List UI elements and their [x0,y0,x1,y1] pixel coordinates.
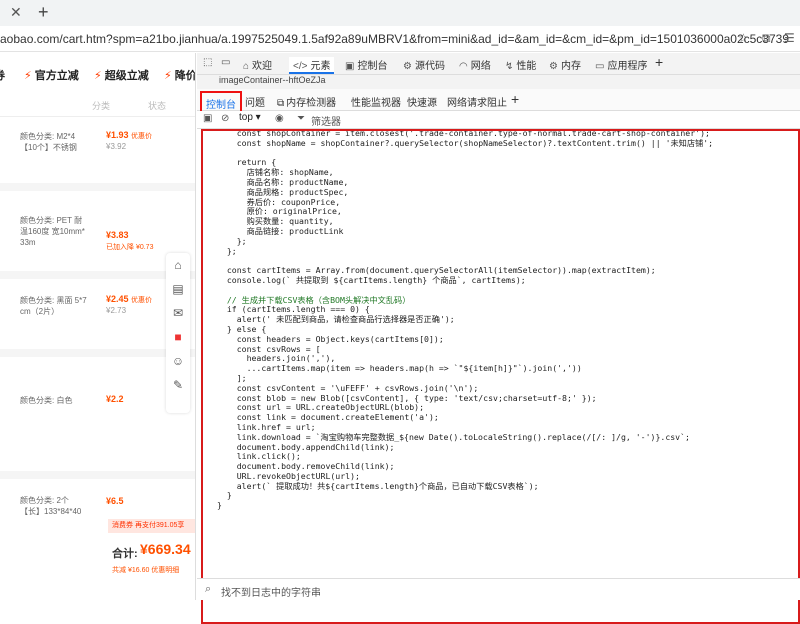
browser-tab-bar: ✕ + [0,0,800,26]
total-label: 合计: [112,548,138,560]
status-select[interactable]: 状态 [148,99,166,113]
chat-icon[interactable]: ✉ [170,305,186,321]
promo-drop[interactable]: ⚡ 降价 [164,67,195,83]
smile-icon[interactable]: ☺ [170,353,186,369]
cart-filter-row: 分类 状态 [0,95,195,117]
item-price: ¥1.93 优惠价 [106,130,153,140]
tab-console[interactable]: ▣ 控制台 [345,57,387,72]
drawer-add-button[interactable]: + [511,91,519,107]
tab-performance[interactable]: ↯ 性能 [505,57,536,72]
console-code-block: const shopContainer = item.closest('.tra… [201,129,800,624]
divider [0,183,195,191]
item-discount: 已加入降 ¥0.73 [106,244,154,251]
coupon-banner[interactable]: 消费券 再支付391.05享 [108,519,195,533]
close-icon[interactable]: ✕ [10,4,22,21]
clear-console-icon[interactable]: ⊘ [221,113,229,124]
search-icon: ⌕ [205,583,212,595]
url-text[interactable]: aobao.com/cart.htm?spm=a21bo.jianhua/a.1… [0,32,789,46]
drawer-tab-request-blocking[interactable]: 网络请求阻止 [447,94,507,109]
item-orig-price: ¥2.73 [106,306,127,315]
new-tab-button[interactable]: + [38,2,49,23]
drawer-tab-issues[interactable]: 问题 [245,94,265,109]
devtools-main-tabs: ⬚ ▭ ⌂ 欢迎 </> 元素 ▣ 控制台 ⚙ 源代码 ◠ 网络 ↯ 性能 ⚙ 内存 ▭ 应用程… [197,53,800,75]
promo-official[interactable]: ⚡ 官方立减 [24,67,79,83]
device-icon[interactable]: ▭ [221,57,233,68]
code-text[interactable]: const shopContainer = item.closest('.tra… [217,131,713,511]
favorites-icon[interactable]: ☰ [784,31,795,45]
drawer-tabs: 控制台 问题 ⧉ 内存检测器 性能监视器 快速源 网络请求阻止 + [197,89,800,116]
item-spec: 颜色分类: 黑面 5*7 cm（2片） [20,296,87,316]
item-price: ¥2.2 [106,394,124,404]
drawer-tab-quick-source[interactable]: 快速源 [407,94,437,109]
tab-memory[interactable]: ⚙ 内存 [549,57,581,72]
category-select[interactable]: 分类 [92,99,110,113]
drawer-tab-memory-inspector[interactable]: ⧉ 内存检测器 [277,94,336,109]
tab-groups-icon[interactable]: ⧉ [762,31,771,46]
promo-coupon[interactable]: 券 [0,67,5,83]
cart-page: 券 ⚡官方立减 ⚡超级立减 ⚡降价 分类 状态 颜色分类: M2*4 【10个】… [0,53,196,600]
item-price: ¥2.45 优惠价 [106,294,153,304]
tab-application[interactable]: ▭ 应用程序 [595,57,647,72]
home-icon[interactable]: ⌂ [170,257,186,273]
eye-icon[interactable]: ◉ [275,113,284,124]
context-select[interactable]: top ▾ [239,112,261,123]
console-search-placeholder[interactable]: 找不到日志中的字符串 [221,584,321,599]
item-spec: 颜色分类: 白色 [20,396,73,405]
add-tab-button[interactable]: + [655,54,663,70]
sidebar-toggle-icon[interactable]: ▣ [203,113,212,124]
item-spec: 颜色分类: PET 耐 温160度 宽10mm* 33m [20,216,85,247]
item-price: ¥6.5 [106,496,124,506]
tab-sources[interactable]: ⚙ 源代码 [403,57,445,72]
address-bar[interactable]: aobao.com/cart.htm?spm=a21bo.jianhua/a.1… [0,26,800,52]
cart-summary: 消费券 再支付391.05享 合计: ¥669.34 共减 ¥16.60 优惠明… [104,513,195,583]
filter-input[interactable]: 筛选器 [311,113,341,128]
star-icon[interactable]: ☆ [738,31,749,45]
tab-elements[interactable]: </> 元素 [289,57,335,74]
item-orig-price: ¥3.92 [106,142,127,151]
tooltip-text: imageContainer--hftOeZJa [219,75,326,85]
tab-welcome[interactable]: ⌂ 欢迎 [243,57,272,72]
edit-icon[interactable]: ✎ [170,377,186,393]
promo-super[interactable]: ⚡ 超级立减 [94,67,149,83]
console-toolbar: ▣ ⊘ top ▾ ◉ ⏷ 筛选器 [197,111,800,129]
item-price: ¥3.83 [106,230,129,240]
promo-bar: 券 ⚡官方立减 ⚡超级立减 ⚡降价 [0,53,195,95]
drawer-tab-perf-monitor[interactable]: 性能监视器 [351,94,401,109]
item-spec: 颜色分类: 2个 【长】133*84*40 [20,496,82,516]
total-price: ¥669.34 [140,541,191,557]
element-tooltip: imageContainer--hftOeZJa [197,75,800,89]
side-toolbar: ⌂ ▤ ✉ ■ ☺ ✎ [166,253,190,413]
red-packet-icon[interactable]: ■ [170,329,186,345]
inspect-icon[interactable]: ⬚ [203,57,215,68]
devtools-panel: ⬚ ▭ ⌂ 欢迎 </> 元素 ▣ 控制台 ⚙ 源代码 ◠ 网络 ↯ 性能 ⚙ 内存 ▭ 应用程… [197,53,800,624]
saved-amount[interactable]: 共减 ¥16.60 优惠明细 [112,565,179,575]
feedback-icon[interactable]: ▤ [170,281,186,297]
tab-network[interactable]: ◠ 网络 [459,57,491,72]
divider [0,471,195,479]
filter-funnel-icon[interactable]: ⏷ [297,113,305,124]
item-spec: 颜色分类: M2*4 【10个】不锈钢 [20,132,77,152]
console-input-bar[interactable]: ⌕ 找不到日志中的字符串 [197,578,800,600]
